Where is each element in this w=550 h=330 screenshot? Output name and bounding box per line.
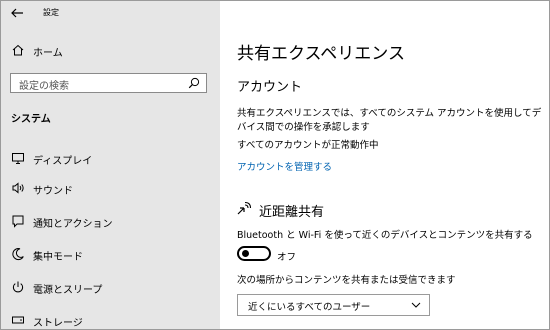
chevron-down-icon [411,302,421,308]
receive-from-label: 次の場所からコンテンツを共有または受信できます [237,275,456,286]
toggle-knob [242,250,249,257]
sidebar-item-focus[interactable]: 集中モード [1,244,220,266]
section-title: システム [11,114,51,125]
moon-icon [12,248,24,261]
sidebar-item-notifications[interactable]: 通知とアクション [1,211,220,233]
back-arrow-icon[interactable] [9,5,25,21]
settings-window: 設定 ホーム 設定の検索 システム ディスプレイ サウンド 通知とアクション 集… [0,0,550,330]
sidebar-item-label: サウンド [33,186,73,197]
toggle-state-label: オフ [277,252,297,263]
page-title: 共有エクスペリエンス [237,44,405,64]
sidebar-item-label: ストレージ [33,318,83,329]
sidebar-item-sound[interactable]: サウンド [1,178,220,200]
receive-from-dropdown[interactable]: 近くにいるすべてのユーザー [237,294,430,316]
sidebar-item-home[interactable]: ホーム [1,40,220,62]
search-placeholder: 設定の検索 [19,81,69,92]
sidebar-item-label: 電源とスリープ [33,285,103,296]
notification-icon [12,215,24,228]
nearby-share-icon [237,201,252,215]
app-title: 設定 [43,8,59,17]
sidebar-item-label: 集中モード [33,252,83,263]
sidebar: 設定 ホーム 設定の検索 システム ディスプレイ サウンド 通知とアクション 集… [1,1,220,329]
display-icon [12,153,24,164]
home-icon [12,44,24,56]
search-icon[interactable] [188,77,200,89]
sidebar-item-label: 通知とアクション [33,219,113,230]
sidebar-item-display[interactable]: ディスプレイ [1,148,220,170]
sidebar-item-label: ホーム [33,48,63,59]
speaker-icon [12,182,24,194]
power-icon [12,281,24,293]
dropdown-value: 近くにいるすべてのユーザー [248,302,371,313]
sidebar-item-label: ディスプレイ [33,156,93,167]
sidebar-item-power[interactable]: 電源とスリープ [1,277,220,299]
accounts-heading: アカウント [237,80,303,95]
accounts-status: すべてのアカウントが正常動作中 [237,140,379,151]
settings-search-input[interactable]: 設定の検索 [10,73,207,93]
title-bar: 設定 [1,1,220,25]
nearby-share-heading: 近距離共有 [259,205,325,220]
manage-accounts-link[interactable]: アカウントを管理する [237,159,332,173]
main-content: 共有エクスペリエンス アカウント 共有エクスペリエンスでは、すべてのシステム ア… [220,1,549,329]
accounts-description: 共有エクスペリエンスでは、すべてのシステム アカウントを使用してデバイス間での操… [237,108,542,133]
sidebar-item-storage[interactable]: ストレージ [1,310,220,329]
nearby-share-description: Bluetooth と Wi-Fi を使って近くのデバイスとコンテンツを共有する [237,230,533,241]
storage-icon [12,316,24,324]
nearby-share-toggle[interactable] [237,246,271,261]
